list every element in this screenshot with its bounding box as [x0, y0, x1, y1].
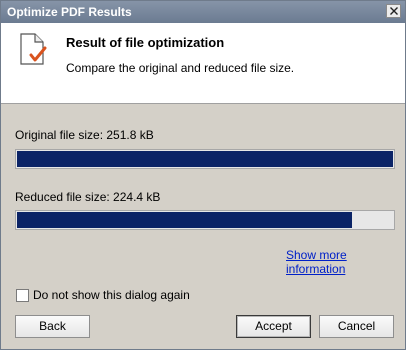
close-button[interactable] [386, 4, 401, 18]
accept-button[interactable]: Accept [236, 315, 311, 338]
reduced-size-label: Reduced file size: 224.4 kB [15, 190, 161, 204]
close-icon [390, 7, 398, 15]
reduced-size-bar [15, 210, 395, 230]
optimize-results-dialog: Optimize PDF Results Result of file opti… [0, 0, 406, 350]
show-more-information-link[interactable]: Show more information [286, 248, 405, 276]
cancel-button[interactable]: Cancel [319, 315, 394, 338]
window-title: Optimize PDF Results [7, 5, 132, 19]
dont-show-again-label[interactable]: Do not show this dialog again [33, 288, 190, 302]
original-size-bar-fill [17, 151, 393, 167]
original-size-label: Original file size: 251.8 kB [15, 128, 154, 142]
header-subtitle: Compare the original and reduced file si… [66, 61, 295, 75]
header-title: Result of file optimization [66, 35, 225, 50]
original-size-bar [15, 149, 395, 169]
document-check-icon [20, 33, 47, 65]
title-bar[interactable]: Optimize PDF Results [1, 1, 405, 23]
header-panel: Result of file optimization Compare the … [1, 23, 405, 104]
reduced-size-bar-fill [17, 212, 352, 228]
dont-show-again-checkbox[interactable] [16, 289, 29, 302]
back-button[interactable]: Back [15, 315, 90, 338]
